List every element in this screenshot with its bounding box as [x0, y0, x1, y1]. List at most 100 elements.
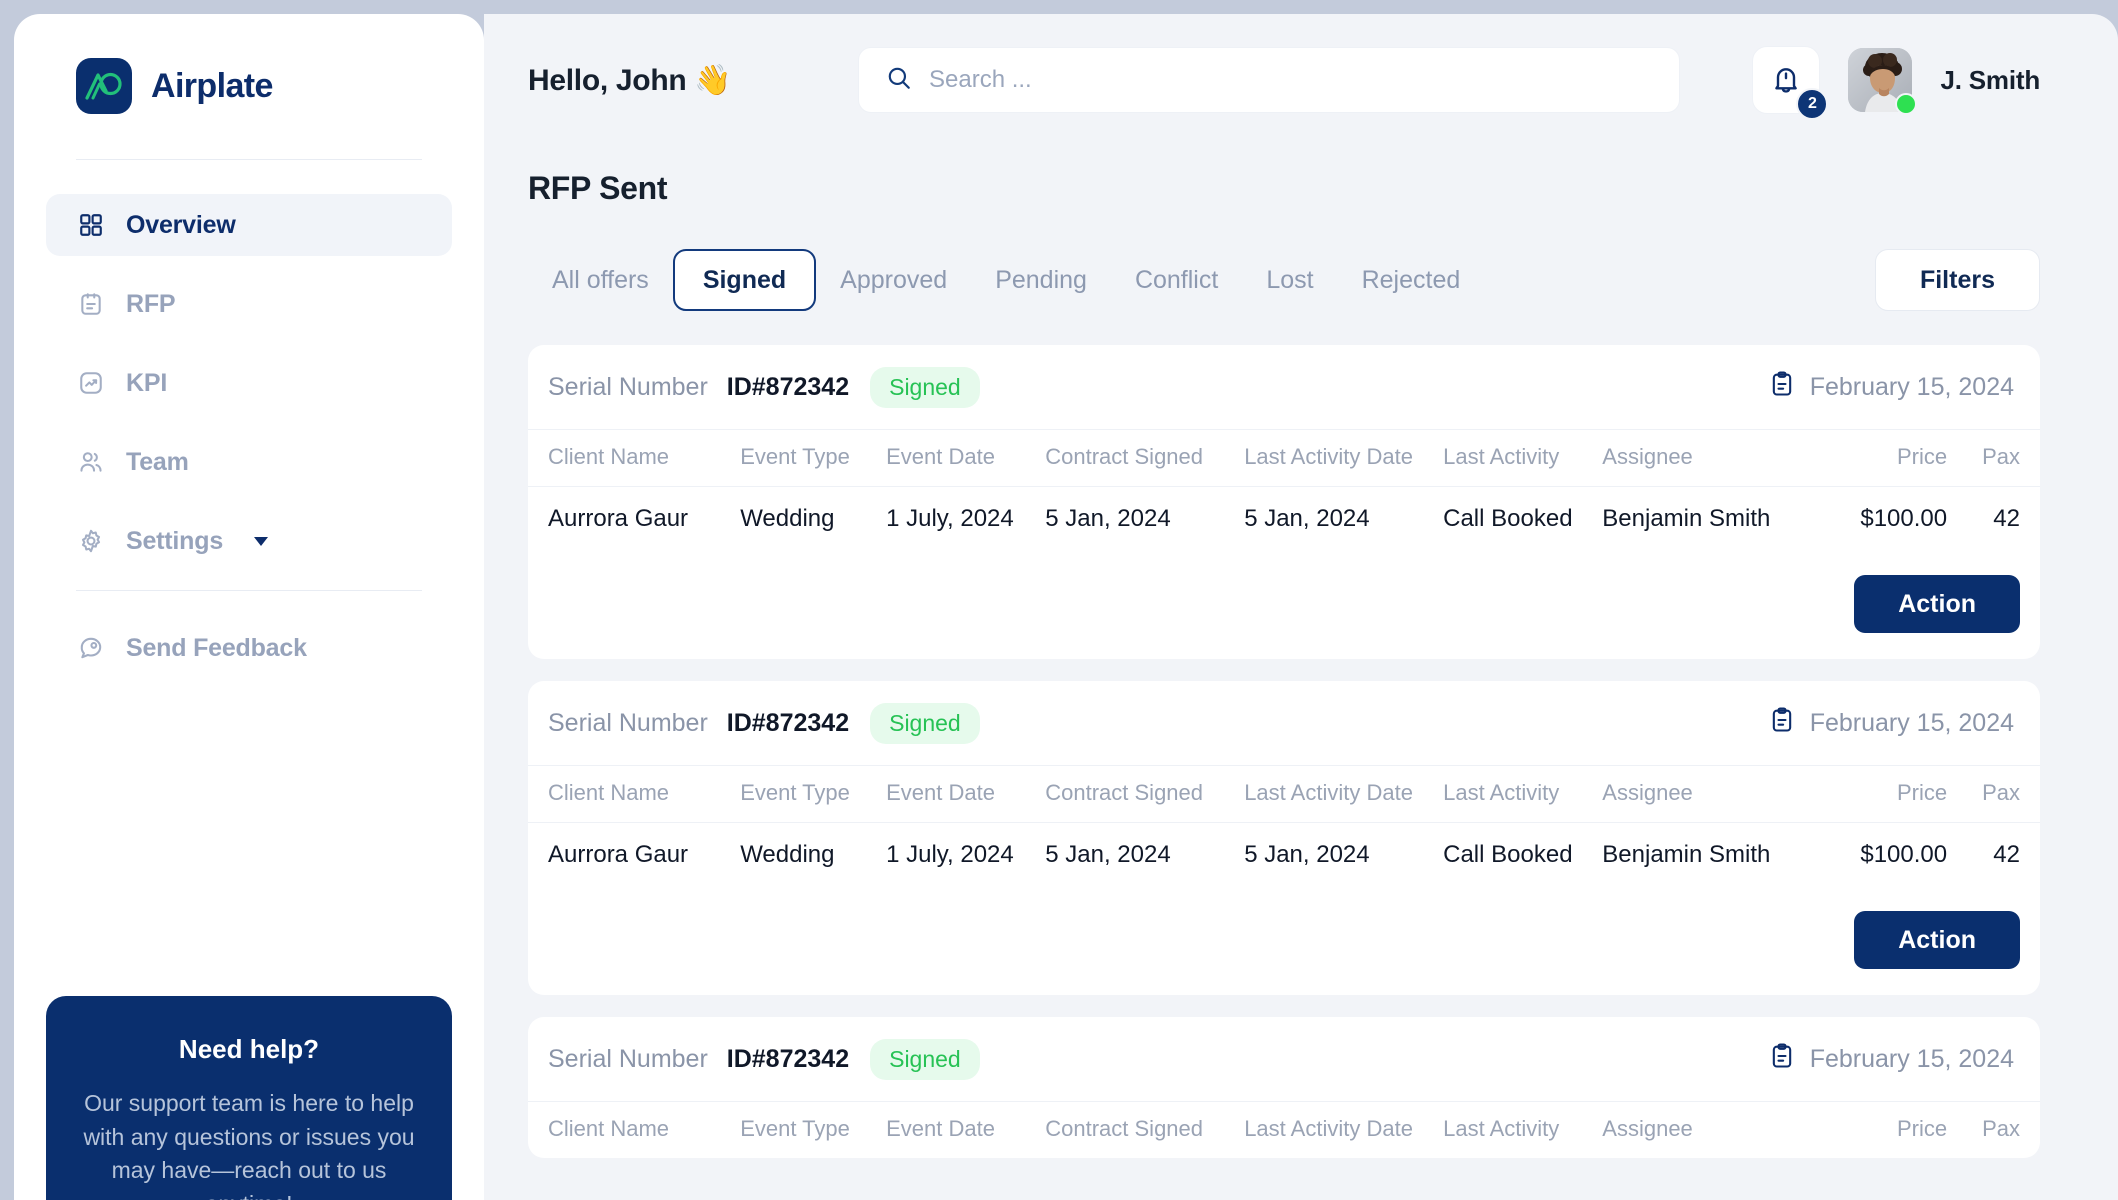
- tab-conflict[interactable]: Conflict: [1111, 251, 1242, 309]
- column-header: Assignee: [1602, 429, 1802, 487]
- page-greeting: Hello, John 👋: [528, 63, 732, 97]
- column-header: Event Type: [740, 429, 887, 487]
- sidebar-nav: Overview RFP KPI Team Settings Send Feed…: [46, 194, 452, 679]
- rfp-card-list: Serial Number ID#872342 Signed February …: [528, 345, 2040, 1158]
- status-badge: Signed: [870, 366, 980, 408]
- column-header: Assignee: [1602, 1101, 1802, 1158]
- cell-price: $100.00: [1801, 486, 1948, 553]
- notification-badge: 2: [1796, 88, 1829, 120]
- column-header: Event Date: [886, 1101, 1046, 1158]
- sidebar-item-rfp[interactable]: RFP: [46, 273, 452, 335]
- cell-price: $100.00: [1801, 822, 1948, 889]
- cell-client-name: Aurrora Gaur: [528, 486, 741, 553]
- avatar[interactable]: [1848, 48, 1918, 115]
- serial-number-value: ID#872342: [726, 372, 850, 401]
- column-header: Last Activity Date: [1244, 429, 1444, 487]
- topbar-right: 2 J. Smith: [1752, 46, 2040, 120]
- card-date: February 15, 2024: [1768, 706, 2020, 741]
- table-header-row: Client Name Event Type Event Date Contract …: [528, 765, 2040, 823]
- card-date: February 15, 2024: [1768, 1042, 2020, 1077]
- status-badge: Signed: [870, 702, 980, 744]
- rfp-table: Client Name Event Type Event Date Contract …: [528, 765, 2040, 889]
- gear-icon: [76, 527, 105, 556]
- tab-lost[interactable]: Lost: [1242, 251, 1337, 309]
- cell-pax: 42: [1947, 822, 2040, 889]
- column-header: Last Activity: [1443, 429, 1603, 487]
- cell-last-activity: Call Booked: [1443, 486, 1603, 553]
- sidebar-item-label: Send Feedback: [126, 633, 307, 662]
- serial-number-value: ID#872342: [726, 1044, 850, 1073]
- column-header: Contract Signed: [1045, 1101, 1245, 1158]
- sidebar-item-send-feedback[interactable]: Send Feedback: [46, 617, 452, 679]
- column-header: Last Activity Date: [1244, 1101, 1444, 1158]
- app-window: Airplate Overview RFP KPI Team Settings …: [0, 0, 2118, 1200]
- card-footer: Action: [528, 889, 2040, 995]
- card-date-text: February 15, 2024: [1809, 1044, 2014, 1073]
- column-header: Client Name: [528, 429, 741, 487]
- tab-all-offers[interactable]: All offers: [528, 251, 673, 309]
- sidebar-item-team[interactable]: Team: [46, 431, 452, 493]
- sidebar-item-label: Settings: [126, 526, 224, 555]
- column-header: Event Type: [740, 765, 887, 823]
- user-name: J. Smith: [1940, 64, 2040, 95]
- brand-divider: [76, 159, 422, 160]
- brand[interactable]: Airplate: [46, 14, 452, 114]
- main-content: Hello, John 👋 Search ... 2 J. Smith RFP …: [484, 14, 2118, 1200]
- column-header: Event Type: [740, 1101, 887, 1158]
- column-header: Event Date: [886, 765, 1046, 823]
- cell-last-activity-date: 5 Jan, 2024: [1244, 822, 1444, 889]
- filters-button[interactable]: Filters: [1874, 249, 2040, 311]
- cell-event-type: Wedding: [740, 486, 887, 553]
- column-header: Pax: [1947, 429, 2040, 487]
- cell-client-name: Aurrora Gaur: [528, 822, 741, 889]
- serial-number-label: Serial Number: [548, 1044, 708, 1073]
- column-header: Client Name: [528, 1101, 741, 1158]
- sidebar-item-label: Overview: [126, 210, 236, 239]
- cell-last-activity: Call Booked: [1443, 822, 1603, 889]
- sidebar-item-overview[interactable]: Overview: [46, 194, 452, 256]
- table-header-row: Client Name Event Type Event Date Contract …: [528, 1101, 2040, 1158]
- action-button[interactable]: Action: [1854, 911, 2020, 969]
- card-footer: Action: [528, 553, 2040, 659]
- rfp-card: Serial Number ID#872342 Signed February …: [528, 1017, 2040, 1158]
- tabs: All offers Signed Approved Pending Confl…: [528, 249, 2040, 311]
- column-header: Last Activity: [1443, 1101, 1603, 1158]
- action-button[interactable]: Action: [1854, 575, 2020, 633]
- card-header: Serial Number ID#872342 Signed February …: [528, 1017, 2040, 1101]
- cell-contract-signed: 5 Jan, 2024: [1045, 822, 1245, 889]
- status-badge: Signed: [870, 1038, 980, 1080]
- sidebar-item-settings[interactable]: Settings: [46, 510, 452, 572]
- rfp-table: Client Name Event Type Event Date Contract …: [528, 429, 2040, 553]
- cell-event-date: 1 July, 2024: [886, 822, 1046, 889]
- table-row[interactable]: Aurrora Gaur Wedding 1 July, 2024 5 Jan, 20…: [528, 822, 2040, 889]
- tab-signed[interactable]: Signed: [672, 249, 817, 311]
- tab-pending[interactable]: Pending: [971, 251, 1111, 309]
- sidebar-item-kpi[interactable]: KPI: [46, 352, 452, 414]
- column-header: Contract Signed: [1045, 429, 1245, 487]
- topbar: Hello, John 👋 Search ... 2 J. Smith: [528, 14, 2040, 146]
- clipboard-icon: [1768, 706, 1796, 741]
- column-header: Last Activity Date: [1244, 765, 1444, 823]
- clipboard-icon: [1768, 370, 1796, 405]
- column-header: Assignee: [1602, 765, 1802, 823]
- search-input[interactable]: [929, 66, 1652, 94]
- column-header: Price: [1801, 765, 1948, 823]
- card-date-text: February 15, 2024: [1809, 708, 2014, 737]
- column-header: Contract Signed: [1045, 765, 1245, 823]
- cell-event-date: 1 July, 2024: [886, 486, 1046, 553]
- card-date: February 15, 2024: [1768, 370, 2020, 405]
- cell-contract-signed: 5 Jan, 2024: [1045, 486, 1245, 553]
- rfp-table: Client Name Event Type Event Date Contract …: [528, 1101, 2040, 1158]
- table-header-row: Client Name Event Type Event Date Contract …: [528, 429, 2040, 487]
- column-header: Price: [1801, 1101, 1948, 1158]
- cell-last-activity-date: 5 Jan, 2024: [1244, 486, 1444, 553]
- serial-number-value: ID#872342: [726, 708, 850, 737]
- sidebar-item-label: KPI: [126, 368, 168, 397]
- column-header: Pax: [1947, 1101, 2040, 1158]
- tab-rejected[interactable]: Rejected: [1338, 251, 1485, 309]
- search-box[interactable]: [858, 47, 1680, 113]
- page-title: RFP Sent: [528, 170, 668, 206]
- table-row[interactable]: Aurrora Gaur Wedding 1 July, 2024 5 Jan, 20…: [528, 486, 2040, 553]
- tab-approved[interactable]: Approved: [816, 251, 971, 309]
- notifications[interactable]: 2: [1752, 46, 1829, 120]
